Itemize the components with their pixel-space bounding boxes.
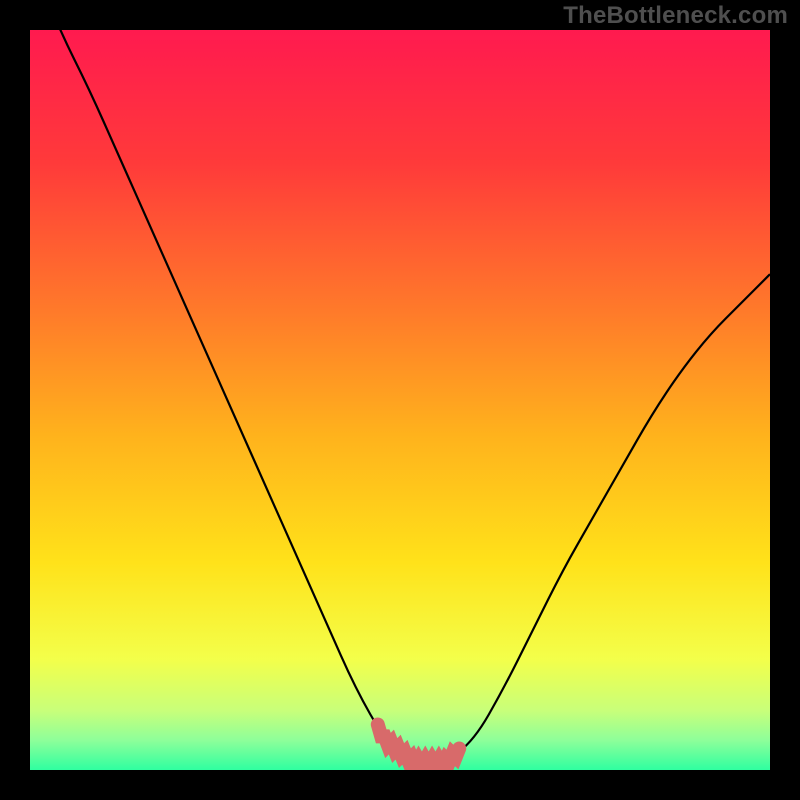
curve-path xyxy=(30,30,770,763)
bottleneck-curve xyxy=(30,30,770,770)
watermark-text: TheBottleneck.com xyxy=(563,2,788,30)
optimal-band-marker xyxy=(378,724,459,765)
chart-frame: TheBottleneck.com xyxy=(0,0,800,800)
plot-area xyxy=(30,30,770,770)
